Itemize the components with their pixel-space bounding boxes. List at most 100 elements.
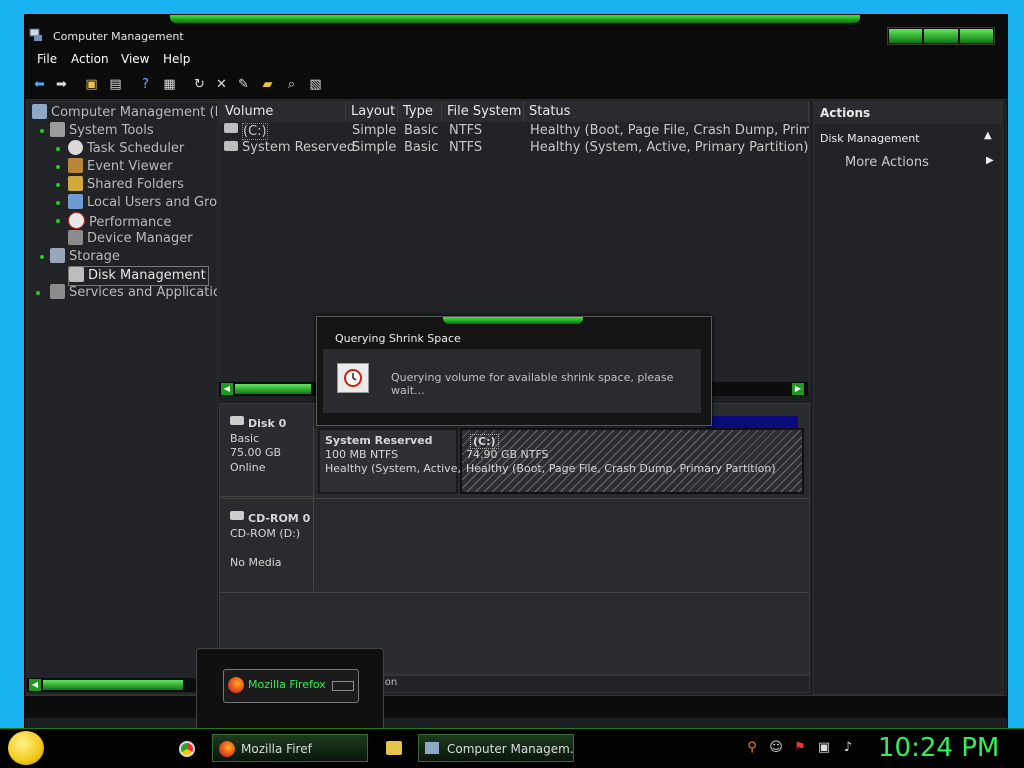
actions-section-disk-management[interactable]: Disk Management ▲ xyxy=(814,128,1002,148)
volume-type: Basic xyxy=(404,123,439,138)
scroll-left-icon[interactable]: ◀ xyxy=(29,679,41,691)
legend-text: ion xyxy=(382,677,398,688)
col-file-system[interactable]: File System xyxy=(442,102,524,122)
up-folder-icon[interactable]: ▣ xyxy=(83,76,100,93)
refresh-icon[interactable]: ↻ xyxy=(191,76,208,93)
window-controls[interactable] xyxy=(887,27,995,45)
properties-icon[interactable]: ▦ xyxy=(161,76,178,93)
tree-bullet xyxy=(40,129,44,133)
menu-action[interactable]: Action xyxy=(71,52,109,66)
tree-item-shared-folders[interactable]: Shared Folders xyxy=(68,176,184,194)
computer-management-icon xyxy=(29,28,42,41)
tree-item-disk-management[interactable]: Disk Management xyxy=(68,266,209,286)
toolbar: ⬅ ➡ ▣ ▤ ? ▦ ↻ ✕ ✎ ▰ ⌕ ▧ xyxy=(25,71,1007,100)
back-icon[interactable]: ⬅ xyxy=(31,76,48,93)
volume-icon[interactable]: ♪ xyxy=(840,740,856,756)
disk0-label-panel[interactable]: Disk 0 Basic 75.00 GB Online xyxy=(220,404,314,497)
title-bar[interactable]: Computer Management xyxy=(25,15,1007,49)
rescan-icon[interactable]: ✎ xyxy=(235,76,252,93)
partition-size: 74.90 GB NTFS xyxy=(466,448,549,461)
querying-shrink-dialog: Querying Shrink Space Querying volume fo… xyxy=(316,316,712,426)
tree-item-local-users[interactable]: Local Users and Grou xyxy=(68,194,217,212)
forward-icon[interactable]: ➡ xyxy=(53,76,70,93)
partition-c[interactable]: (C:) 74.90 GB NTFS Healthy (Boot, Page F… xyxy=(460,428,804,494)
tree-bullet xyxy=(56,147,60,151)
menu-file[interactable]: File xyxy=(37,52,57,66)
help-icon[interactable]: ? xyxy=(137,76,154,93)
cdrom-name: CD-ROM 0 xyxy=(248,512,311,525)
delete-icon[interactable]: ✕ xyxy=(213,76,230,93)
col-type[interactable]: Type xyxy=(398,102,442,122)
open-icon[interactable]: ▰ xyxy=(259,76,276,93)
disk-icon xyxy=(230,416,244,425)
volume-fs: NTFS xyxy=(449,123,483,138)
dialog-glow xyxy=(443,317,583,324)
more-actions-item[interactable]: More Actions ▶ xyxy=(814,152,1002,172)
title-glow xyxy=(170,15,860,23)
clock[interactable]: 10:24 PM xyxy=(878,733,999,763)
scroll-right-icon[interactable]: ▶ xyxy=(792,383,804,395)
tree-item-device-manager[interactable]: Device Manager xyxy=(68,230,193,248)
preview-thumbnail[interactable]: Mozilla Firefox xyxy=(223,669,359,703)
tree-bullet xyxy=(56,201,60,205)
window-status-strip xyxy=(25,695,1007,718)
tree-item-storage[interactable]: Storage xyxy=(50,248,120,266)
tree-item-system-tools[interactable]: System Tools xyxy=(50,122,154,140)
show-hide-tree-icon[interactable]: ▤ xyxy=(107,76,124,93)
cdrom-label-panel[interactable]: CD-ROM 0 CD-ROM (D:) No Media xyxy=(220,499,314,591)
actions-header: Actions xyxy=(814,102,1002,124)
taskbar-computer-management-button[interactable]: Computer Managem... xyxy=(418,734,574,762)
taskbar: Mozilla Firef Computer Managem... ⚲ ☺ ⚑ … xyxy=(0,728,1024,768)
dialog-message: Querying volume for available shrink spa… xyxy=(391,371,674,397)
partition-name: System Reserved xyxy=(325,434,433,447)
tree-item-event-viewer[interactable]: Event Viewer xyxy=(68,158,173,176)
menu-view[interactable]: View xyxy=(121,52,149,66)
minimize-button[interactable] xyxy=(889,29,923,43)
folder-icon[interactable] xyxy=(386,741,402,755)
collapse-icon[interactable]: ▲ xyxy=(984,130,992,141)
partition-status: Healthy (Boot, Page File, Crash Dump, Pr… xyxy=(466,462,776,475)
dialog-title: Querying Shrink Space xyxy=(335,332,461,345)
services-icon xyxy=(50,284,65,299)
performance-icon xyxy=(68,212,85,229)
tree-bullet xyxy=(56,183,60,187)
maximize-button[interactable] xyxy=(924,29,958,43)
tree-bullet xyxy=(56,219,60,223)
firefox-taskbar-preview[interactable]: Mozilla Firefox xyxy=(196,648,384,730)
preview-minimize-icon[interactable] xyxy=(332,681,354,691)
list-scroll-thumb[interactable] xyxy=(235,384,311,394)
device-manager-icon xyxy=(68,230,83,245)
scroll-left-icon[interactable]: ◀ xyxy=(221,383,233,395)
close-button[interactable] xyxy=(959,29,993,43)
partition-system-reserved[interactable]: System Reserved 100 MB NTFS Healthy (Sys… xyxy=(318,428,471,494)
search-icon[interactable]: ⚲ xyxy=(744,740,760,756)
tree-item-services[interactable]: Services and Applications xyxy=(50,284,217,302)
taskbar-firefox-button[interactable]: Mozilla Firef xyxy=(212,734,368,762)
volume-layout: Simple xyxy=(352,140,397,155)
volume-type: Basic xyxy=(404,140,439,155)
tree-item-performance[interactable]: Performance xyxy=(68,212,171,230)
smiley-tray-icon[interactable]: ☺ xyxy=(768,740,784,756)
volume-layout: Simple xyxy=(352,123,397,138)
taskbar-firefox-label: Mozilla Firef xyxy=(241,742,312,756)
tree-item-computer-management[interactable]: Computer Management (Loc xyxy=(32,104,217,122)
settings-icon[interactable]: ▧ xyxy=(307,76,324,93)
clock-icon xyxy=(337,363,369,393)
partition-name: (C:) xyxy=(470,434,499,449)
cdrom-drive: CD-ROM (D:) xyxy=(230,527,301,540)
tree-bullet xyxy=(40,255,44,259)
menu-help[interactable]: Help xyxy=(163,52,190,66)
tree-scroll-thumb[interactable] xyxy=(43,680,183,690)
search-icon[interactable]: ⌕ xyxy=(283,76,300,93)
col-status[interactable]: Status xyxy=(524,102,809,122)
tree-scrollbar[interactable]: ◀ xyxy=(27,678,216,692)
tree-item-task-scheduler[interactable]: Task Scheduler xyxy=(68,140,184,158)
col-layout[interactable]: Layout xyxy=(346,102,398,122)
tree-bullet xyxy=(36,291,40,295)
col-volume[interactable]: Volume xyxy=(220,102,346,122)
action-center-icon[interactable]: ⚑ xyxy=(792,740,808,756)
network-icon[interactable]: ▣ xyxy=(816,740,832,756)
actions-pane: Actions Disk Management ▲ More Actions ▶ xyxy=(813,101,1003,695)
start-smiley-icon[interactable] xyxy=(8,731,44,765)
chrome-icon[interactable] xyxy=(179,741,195,757)
